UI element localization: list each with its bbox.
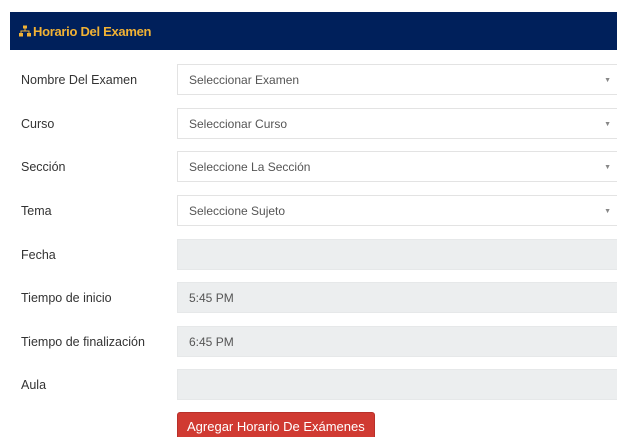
room-label: Aula	[21, 377, 47, 392]
exam-name-select-value: Seleccionar Examen	[189, 72, 300, 87]
course-label: Curso	[21, 116, 55, 131]
panel-header: Horario Del Examen	[10, 12, 617, 50]
date-row: Fecha	[0, 239, 617, 270]
section-select[interactable]: Seleccione La Sección ▼	[177, 151, 617, 182]
exam-name-label: Nombre Del Examen	[21, 72, 138, 87]
start-time-label: Tiempo de inicio	[21, 290, 112, 305]
date-input[interactable]	[177, 239, 617, 270]
sitemap-icon	[19, 25, 31, 37]
date-label: Fecha	[21, 247, 56, 262]
caret-down-icon: ▼	[604, 163, 611, 171]
caret-down-icon: ▼	[604, 207, 611, 215]
room-input[interactable]	[177, 369, 617, 400]
exam-name-row: Nombre Del Examen Seleccionar Examen ▼	[0, 64, 617, 95]
caret-down-icon: ▼	[604, 120, 611, 128]
exam-name-select[interactable]: Seleccionar Examen ▼	[177, 64, 617, 95]
caret-down-icon: ▼	[604, 76, 611, 84]
subject-row: Tema Seleccione Sujeto ▼	[0, 195, 617, 226]
room-row: Aula	[0, 369, 617, 400]
section-row: Sección Seleccione La Sección ▼	[0, 151, 617, 182]
subject-label: Tema	[21, 203, 52, 218]
section-select-value: Seleccione La Sección	[189, 159, 311, 174]
start-time-input[interactable]: 5:45 PM	[177, 282, 617, 313]
course-select[interactable]: Seleccionar Curso ▼	[177, 108, 617, 139]
course-select-value: Seleccionar Curso	[189, 116, 288, 131]
end-time-input[interactable]: 6:45 PM	[177, 326, 617, 357]
subject-select-value: Seleccione Sujeto	[189, 203, 286, 218]
start-time-row: Tiempo de inicio 5:45 PM	[0, 282, 617, 313]
end-time-label: Tiempo de finalización	[21, 334, 145, 349]
end-time-row: Tiempo de finalización 6:45 PM	[0, 326, 617, 357]
subject-select[interactable]: Seleccione Sujeto ▼	[177, 195, 617, 226]
add-exam-schedule-button[interactable]: Agregar Horario De Exámenes	[177, 412, 375, 437]
course-row: Curso Seleccionar Curso ▼	[0, 108, 617, 139]
section-label: Sección	[21, 159, 66, 174]
exam-schedule-form-page: Horario Del Examen Nombre Del Examen Sel…	[0, 0, 617, 437]
panel-title: Horario Del Examen	[33, 23, 152, 39]
